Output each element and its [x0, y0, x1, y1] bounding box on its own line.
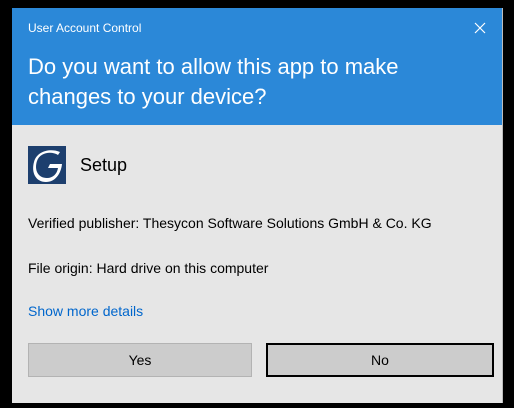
close-icon [474, 22, 486, 34]
show-more-details-link[interactable]: Show more details [28, 302, 143, 320]
no-button[interactable]: No [266, 343, 494, 377]
file-origin: File origin: Hard drive on this computer [28, 260, 269, 276]
yes-button[interactable]: Yes [28, 343, 252, 377]
dialog-title: User Account Control [28, 21, 142, 35]
prompt-question: Do you want to allow this app to make ch… [28, 54, 399, 109]
setup-app-icon [28, 146, 66, 184]
uac-dialog: User Account Control Do you want to allo… [12, 8, 503, 403]
app-row: Setup [28, 144, 127, 186]
dialog-header: User Account Control Do you want to allo… [12, 8, 502, 125]
verified-publisher: Verified publisher: Thesycon Software So… [28, 215, 432, 231]
close-button[interactable] [466, 14, 494, 42]
dialog-body: Setup Verified publisher: Thesycon Softw… [12, 125, 502, 403]
app-name: Setup [80, 154, 128, 175]
